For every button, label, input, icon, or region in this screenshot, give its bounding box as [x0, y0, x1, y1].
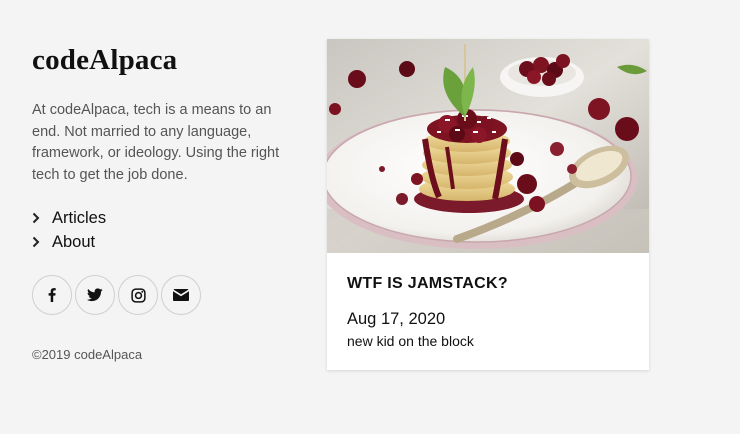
email-button[interactable] — [161, 275, 201, 315]
site-tagline: At codeAlpaca, tech is a means to an end… — [32, 102, 280, 183]
twitter-button[interactable] — [75, 275, 115, 315]
post-date: Aug 17, 2020 — [347, 310, 446, 328]
chevron-right-icon — [32, 236, 52, 248]
main-nav: Articles About — [32, 206, 282, 254]
sidebar: codeAlpaca At codeAlpaca, tech is a mean… — [32, 40, 282, 362]
social-links — [32, 275, 282, 315]
facebook-button[interactable] — [32, 275, 72, 315]
instagram-button[interactable] — [118, 275, 158, 315]
site-title[interactable]: codeAlpaca — [32, 40, 282, 80]
post-title[interactable]: WTF IS JAMSTACK? — [347, 273, 629, 295]
nav-item-articles[interactable]: Articles — [32, 206, 282, 230]
nav-item-about[interactable]: About — [32, 230, 282, 254]
chevron-right-icon — [32, 212, 52, 224]
post-excerpt: new kid on the block — [347, 333, 474, 349]
facebook-icon — [48, 288, 56, 302]
post-image — [327, 39, 649, 253]
twitter-icon — [87, 288, 103, 302]
envelope-icon — [173, 289, 189, 301]
copyright: ©2019 codeAlpaca — [32, 347, 143, 362]
post-card[interactable]: WTF IS JAMSTACK? Aug 17, 2020 new kid on… — [327, 39, 649, 370]
nav-item-label: Articles — [52, 208, 107, 227]
nav-item-label: About — [52, 232, 96, 251]
instagram-icon — [130, 287, 146, 303]
